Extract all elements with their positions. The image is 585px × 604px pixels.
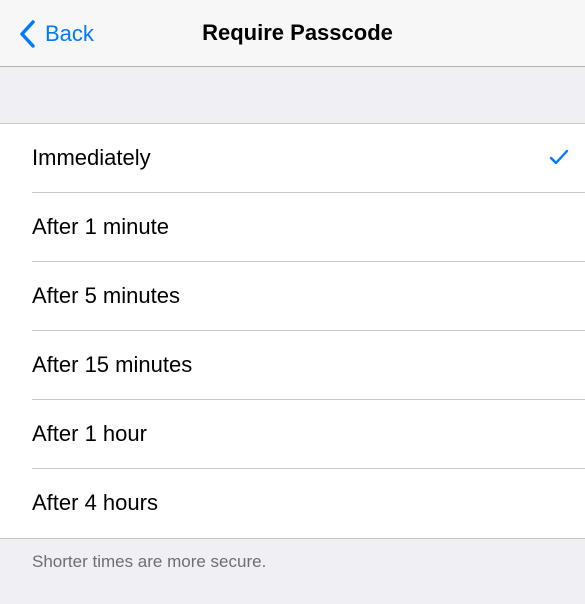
option-row-after-15-minutes[interactable]: After 15 minutes [0, 331, 585, 400]
option-row-immediately[interactable]: Immediately [0, 124, 585, 193]
option-row-after-1-hour[interactable]: After 1 hour [0, 400, 585, 469]
option-row-after-4-hours[interactable]: After 4 hours [0, 469, 585, 538]
option-label: After 4 hours [32, 490, 158, 515]
section-spacer [0, 67, 585, 123]
option-label: After 5 minutes [32, 283, 180, 308]
option-label: After 15 minutes [32, 352, 193, 377]
passcode-options-list: Immediately After 1 minute After 5 minut… [0, 123, 585, 539]
page-title: Require Passcode [202, 20, 393, 45]
option-label: After 1 minute [32, 214, 169, 239]
checkmark-icon [549, 149, 569, 165]
option-label: Immediately [32, 145, 151, 170]
footer-note: Shorter times are more secure. [32, 552, 267, 571]
option-row-after-5-minutes[interactable]: After 5 minutes [0, 262, 585, 331]
option-row-after-1-minute[interactable]: After 1 minute [0, 193, 585, 262]
option-label: After 1 hour [32, 421, 147, 446]
navigation-bar: Back Require Passcode [0, 0, 585, 67]
